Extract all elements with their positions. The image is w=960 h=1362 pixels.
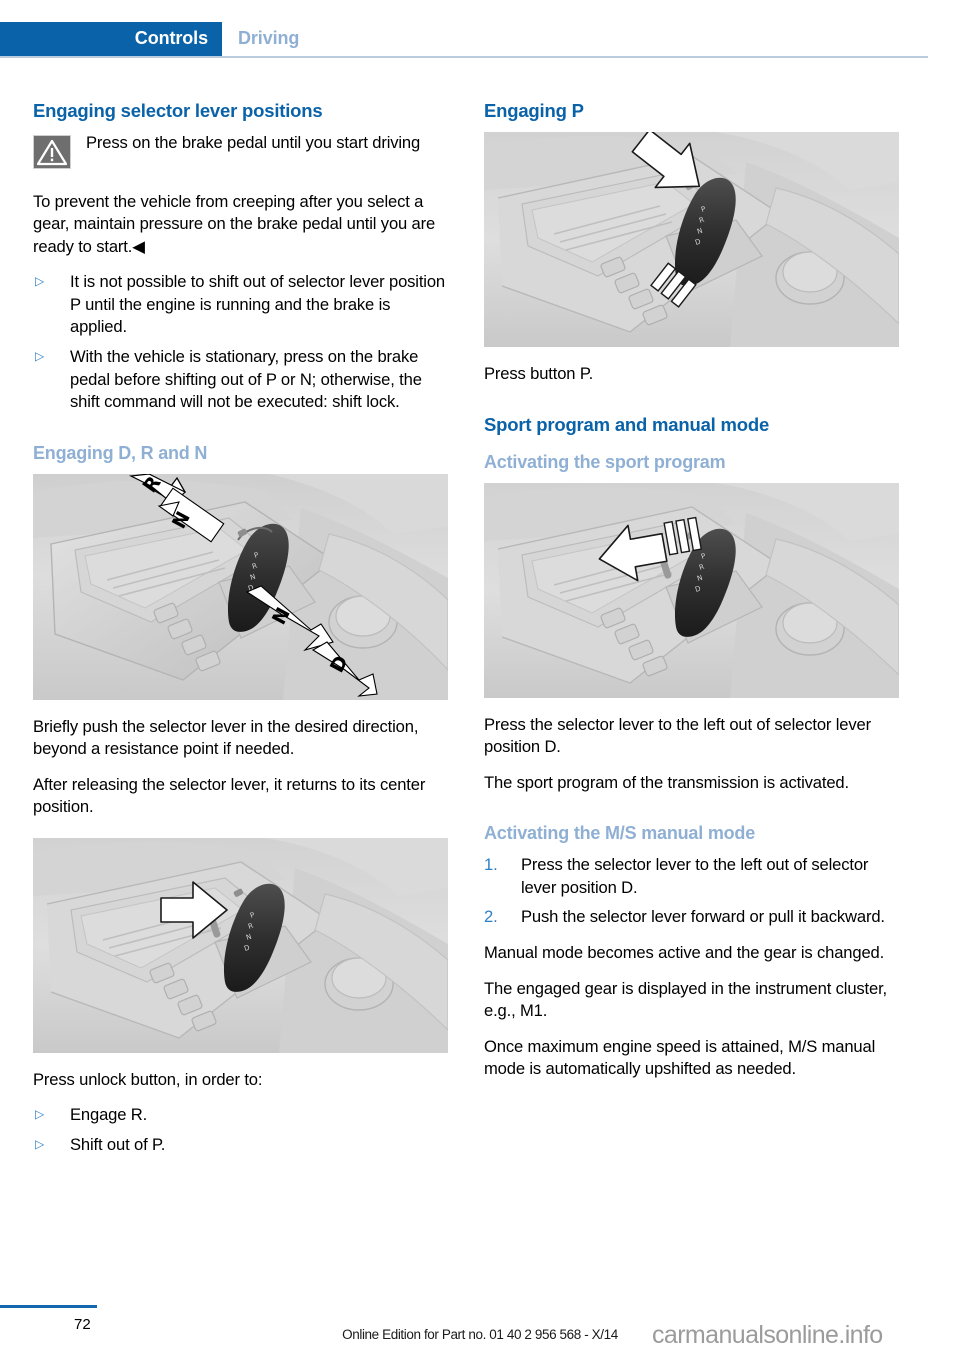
heading-sport-program: Sport program and manual mode xyxy=(484,414,770,436)
subheading-activating-ms-manual-mode: Activating the M/S manual mode xyxy=(484,823,756,844)
page-title: Engaging selector lever positions xyxy=(33,100,323,121)
paragraph-sport-activated: The sport program of the transmission is… xyxy=(484,772,849,792)
list-item-text: Engage R. xyxy=(70,1105,148,1125)
left-column: Engaging selector lever positions Press … xyxy=(33,100,449,1170)
list-item-text: Shift out of P. xyxy=(70,1134,166,1154)
figure-sport-program: P R N D xyxy=(484,482,899,698)
list-item-text: Press the selector lever to the left out… xyxy=(521,855,869,897)
triangle-bullet-icon: ▷ xyxy=(35,1107,45,1122)
watermark: carmanualsonline.info xyxy=(652,1321,883,1349)
unlock-intro-paragraph: Press unlock button, in order to: xyxy=(33,1069,263,1089)
step-number: 1. xyxy=(484,855,498,875)
warning-text: Press on the brake pedal until you start… xyxy=(86,132,421,152)
paragraph-push-lever: Briefly push the selector lever in the d… xyxy=(33,716,419,759)
triangle-bullet-icon: ▷ xyxy=(35,274,45,289)
list-item-text: It is not possible to shift out of selec… xyxy=(70,272,445,337)
triangle-bullet-icon: ▷ xyxy=(35,1136,45,1151)
paragraph-release-lever: After releasing the selector lever, it r… xyxy=(33,774,426,817)
list-item-text: Push the selector lever forward or pull … xyxy=(521,907,885,927)
paragraph-max-engine-speed: Once maximum engine speed is attained, M… xyxy=(484,1036,876,1079)
warning-body-paragraph: To prevent the vehicle from creeping aft… xyxy=(33,191,436,256)
list-item: 2. Push the selector lever forward or pu… xyxy=(484,906,900,929)
section-label: Driving xyxy=(238,28,300,48)
list-item: ▷ It is not possible to shift out of sel… xyxy=(33,271,449,339)
list-item-text: With the vehicle is stationary, press on… xyxy=(70,346,422,412)
subheading-activating-sport-program: Activating the sport program xyxy=(484,451,726,472)
chapter-tab[interactable]: Controls xyxy=(0,22,222,56)
caption-press-button-p: Press button P. xyxy=(484,363,594,383)
figure-engaging-d-r-n: P R N D R N N D xyxy=(33,473,448,700)
figure-unlock-button: P R N D xyxy=(33,837,448,1053)
chapter-tab-label: Controls xyxy=(134,28,208,48)
warning-notice: Press on the brake pedal until you start… xyxy=(33,132,449,178)
paragraph-press-lever-left: Press the selector lever to the left out… xyxy=(484,714,871,757)
figure-engaging-p: P R N D xyxy=(484,131,899,347)
paragraph-manual-mode-active: Manual mode becomes active and the gear … xyxy=(484,942,885,962)
ms-manual-mode-steps: 1. Press the selector lever to the left … xyxy=(484,854,900,929)
list-item: ▷ Shift out of P. xyxy=(33,1134,449,1157)
right-column: Engaging P P R N D Press button P. Sport… xyxy=(484,100,900,1081)
header-divider xyxy=(0,56,928,58)
step-number: 2. xyxy=(484,907,498,927)
warning-triangle-icon xyxy=(33,134,71,169)
paragraph-engaged-gear-display: The engaged gear is displayed in the ins… xyxy=(484,978,888,1021)
footer-divider xyxy=(0,1305,97,1308)
triangle-bullet-icon: ▷ xyxy=(35,348,45,363)
list-item: ▷ Engage R. xyxy=(33,1104,449,1127)
list-item: 1. Press the selector lever to the left … xyxy=(484,854,900,899)
unlock-bullet-list: ▷ Engage R. ▷ Shift out of P. xyxy=(33,1104,449,1156)
selector-lever-bullet-list: ▷ It is not possible to shift out of sel… xyxy=(33,271,449,413)
subheading-engaging-d-r-n: Engaging D, R and N xyxy=(33,442,208,463)
list-item: ▷ With the vehicle is stationary, press … xyxy=(33,346,449,414)
heading-engaging-p: Engaging P xyxy=(484,100,584,121)
page-header: Controls Driving xyxy=(0,22,960,58)
